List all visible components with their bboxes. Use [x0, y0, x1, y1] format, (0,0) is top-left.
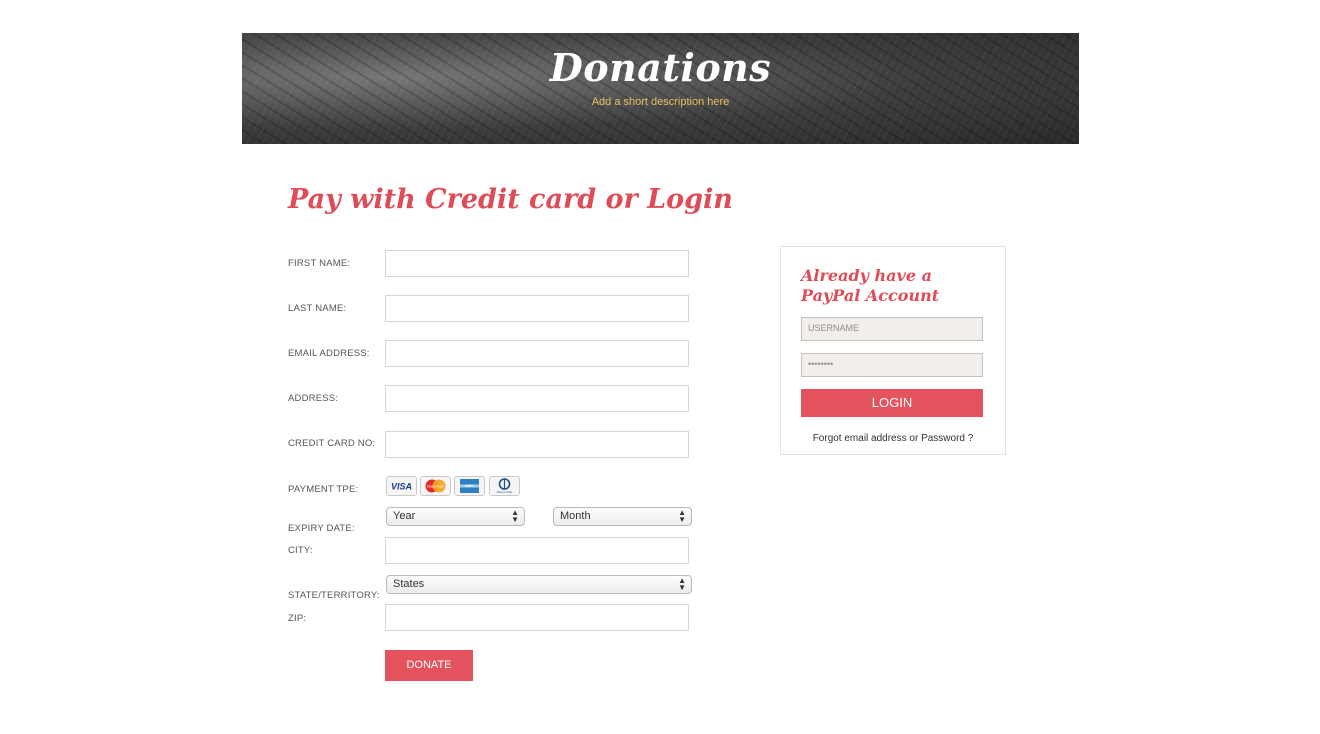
diners-club-text: Diners Club: [497, 490, 513, 494]
expiry-year-value: Year: [393, 510, 416, 522]
donate-button[interactable]: DONATE: [385, 650, 473, 681]
password-input[interactable]: ••••••••: [801, 353, 983, 377]
payment-type-label: PAYMENT TPE:: [288, 484, 359, 495]
address-label: ADDRESS:: [288, 393, 339, 404]
mastercard-icon[interactable]: MasterCard: [420, 476, 451, 496]
last-name-label: LAST NAME:: [288, 303, 347, 314]
zip-field[interactable]: [385, 604, 689, 631]
state-select[interactable]: States ▲ ▼: [386, 575, 692, 594]
forgot-credentials-link[interactable]: Forgot email address or Password ?: [781, 433, 1005, 444]
email-field[interactable]: [385, 340, 689, 367]
login-button[interactable]: LOGIN: [801, 389, 983, 417]
zip-label: ZIP:: [288, 613, 307, 624]
address-field[interactable]: [385, 385, 689, 412]
visa-icon[interactable]: VISA: [386, 476, 417, 496]
visa-text: VISA: [391, 482, 412, 492]
page-title: Pay with Credit card or Login: [288, 184, 733, 215]
city-label: CITY:: [288, 545, 313, 556]
credit-card-label: CREDIT CARD NO:: [288, 438, 376, 449]
amex-text: AMEX: [464, 484, 475, 488]
paypal-login-panel: Already have a PayPal Account USERNAME •…: [780, 246, 1006, 455]
amex-icon[interactable]: AMEX: [454, 476, 485, 496]
first-name-label: FIRST NAME:: [288, 258, 351, 269]
paypal-panel-title: Already have a PayPal Account: [801, 266, 940, 305]
first-name-field[interactable]: [385, 250, 689, 277]
select-arrows-icon: ▲ ▼: [511, 508, 519, 524]
state-label: STATE/TERRITORY:: [288, 590, 380, 601]
diners-club-icon[interactable]: Diners Club: [489, 476, 520, 496]
expiry-year-select[interactable]: Year ▲ ▼: [386, 507, 525, 526]
expiry-month-value: Month: [560, 510, 591, 522]
banner-subtitle: Add a short description here: [591, 96, 730, 108]
city-field[interactable]: [385, 537, 689, 564]
last-name-field[interactable]: [385, 295, 689, 322]
state-value: States: [393, 578, 425, 590]
expiry-month-select[interactable]: Month ▲ ▼: [553, 507, 692, 526]
credit-card-field[interactable]: [385, 431, 689, 458]
email-label: EMAIL ADDRESS:: [288, 348, 370, 359]
banner-title: Donations: [549, 45, 772, 90]
select-arrows-icon: ▲ ▼: [678, 576, 686, 592]
username-input[interactable]: USERNAME: [801, 317, 983, 341]
select-arrows-icon: ▲ ▼: [678, 508, 686, 524]
expiry-date-label: EXPIRY DATE:: [288, 523, 355, 534]
header-banner: Donations Add a short description here: [242, 33, 1079, 144]
mastercard-text: MasterCard: [427, 485, 444, 489]
